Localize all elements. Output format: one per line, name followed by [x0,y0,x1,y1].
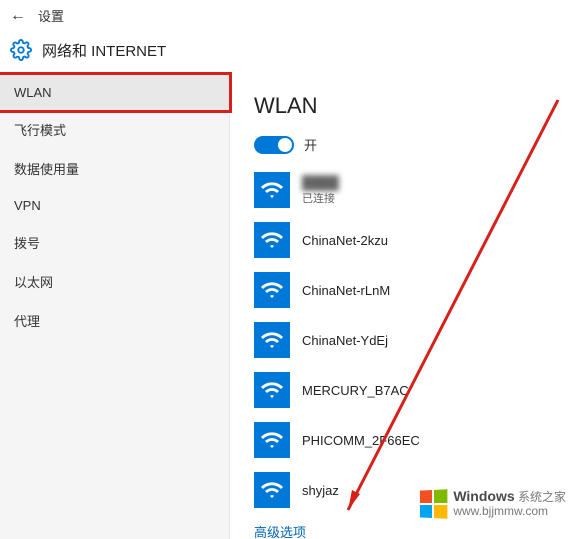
sidebar-item-wlan[interactable]: WLAN [0,75,229,110]
main-panel: WLAN 开 ████已连接 ChinaNet-2kzu ChinaNet-rLnM… [230,75,574,539]
network-item[interactable]: ChinaNet-2kzu [254,222,574,258]
advanced-options-link[interactable]: 高级选项 [254,522,574,539]
sidebar-item-proxy[interactable]: 代理 [0,301,229,340]
wifi-icon [254,272,290,308]
network-name: ChinaNet-rLnM [302,283,390,298]
sidebar-item-airplane[interactable]: 飞行模式 [0,110,229,149]
network-item[interactable]: MERCURY_B7AC [254,372,574,408]
network-item[interactable]: PHICOMM_2F66EC [254,422,574,458]
wlan-toggle[interactable] [254,136,294,154]
page-title: 网络和 INTERNET [42,40,166,61]
sidebar: WLAN 飞行模式 数据使用量 VPN 拨号 以太网 代理 [0,75,230,539]
wifi-icon [254,322,290,358]
sidebar-item-data-usage[interactable]: 数据使用量 [0,149,229,188]
sidebar-item-dialup[interactable]: 拨号 [0,223,229,262]
network-name: shyjaz [302,483,339,498]
main-title: WLAN [254,93,574,119]
wifi-icon [254,422,290,458]
network-status: 已连接 [302,190,339,206]
sidebar-item-ethernet[interactable]: 以太网 [0,262,229,301]
network-name: ChinaNet-YdEj [302,333,388,348]
wifi-icon [254,172,290,208]
gear-icon [10,39,32,61]
network-name: MERCURY_B7AC [302,383,409,398]
wifi-icon [254,372,290,408]
network-item[interactable]: shyjaz [254,472,574,508]
network-name: ChinaNet-2kzu [302,233,388,248]
network-item[interactable]: ChinaNet-rLnM [254,272,574,308]
network-name: ████ [302,175,339,190]
wifi-icon [254,222,290,258]
back-button[interactable]: ← [10,7,26,25]
sidebar-item-vpn[interactable]: VPN [0,188,229,223]
wifi-icon [254,472,290,508]
network-name: PHICOMM_2F66EC [302,433,420,448]
network-item[interactable]: ChinaNet-YdEj [254,322,574,358]
network-item[interactable]: ████已连接 [254,172,574,208]
toggle-label: 开 [304,135,317,154]
settings-label: 设置 [38,6,64,25]
